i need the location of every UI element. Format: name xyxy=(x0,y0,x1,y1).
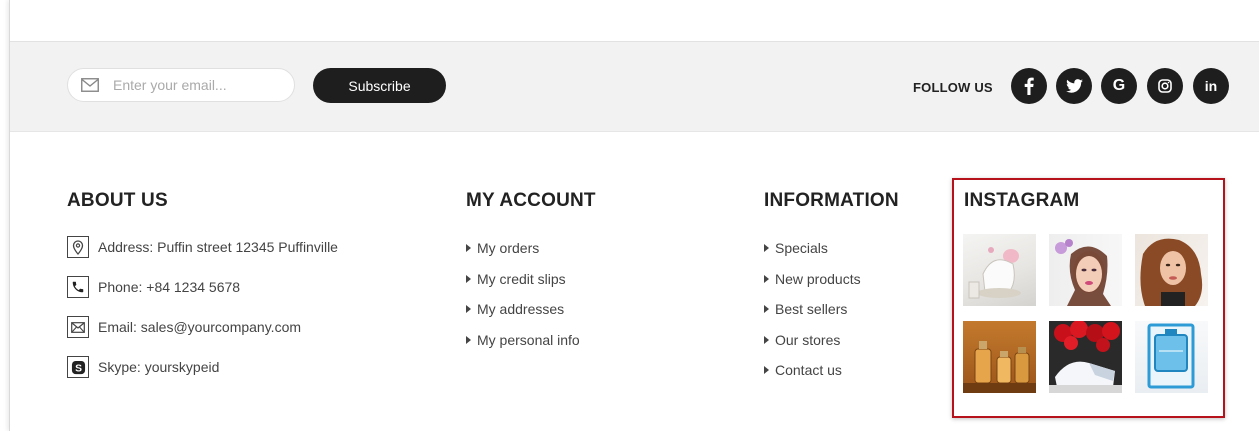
skype-row: S Skype: yourskypeid xyxy=(67,356,219,378)
about-us-title: ABOUT US xyxy=(67,190,168,211)
link-new-products[interactable]: New products xyxy=(764,264,861,295)
footer-frame: Subscribe FOLLOW US G in ABOUT US Addres… xyxy=(9,0,1259,431)
caret-right-icon xyxy=(764,305,769,314)
phone-row: Phone: +84 1234 5678 xyxy=(67,276,240,298)
caret-right-icon xyxy=(466,274,471,283)
link-my-addresses[interactable]: My addresses xyxy=(466,294,580,325)
instagram-thumb-4[interactable] xyxy=(963,321,1036,393)
facebook-icon[interactable] xyxy=(1011,68,1047,104)
address-row: Address: Puffin street 12345 Puffinville xyxy=(67,236,338,258)
instagram-thumb-3[interactable] xyxy=(1135,234,1208,306)
information-links: Specials New products Best sellers Our s… xyxy=(764,233,861,386)
subscribe-button[interactable]: Subscribe xyxy=(313,68,446,103)
svg-text:S: S xyxy=(75,363,82,374)
linkedin-icon[interactable]: in xyxy=(1193,68,1229,104)
google-icon[interactable]: G xyxy=(1101,68,1137,104)
instagram-thumb-1[interactable] xyxy=(963,234,1036,306)
link-my-orders[interactable]: My orders xyxy=(466,233,580,264)
phone-icon xyxy=(67,276,89,298)
email-text: Email: sales@yourcompany.com xyxy=(98,319,302,335)
top-strip xyxy=(10,0,1259,42)
link-my-personal-info[interactable]: My personal info xyxy=(466,325,580,356)
caret-right-icon xyxy=(764,244,769,253)
email-row: Email: sales@yourcompany.com xyxy=(67,316,301,338)
my-account-title: MY ACCOUNT xyxy=(466,190,596,211)
map-pin-icon xyxy=(67,236,89,258)
instagram-thumb-2[interactable] xyxy=(1049,234,1122,306)
link-my-credit-slips[interactable]: My credit slips xyxy=(466,264,580,295)
skype-text: Skype: yourskypeid xyxy=(98,359,220,375)
caret-right-icon xyxy=(466,244,471,253)
phone-text: Phone: +84 1234 5678 xyxy=(98,279,241,295)
instagram-thumb-5[interactable] xyxy=(1049,321,1122,393)
link-our-stores[interactable]: Our stores xyxy=(764,325,861,356)
caret-right-icon xyxy=(764,366,769,375)
envelope-icon xyxy=(67,316,89,338)
newsletter-bar: Subscribe FOLLOW US G in xyxy=(10,42,1259,132)
instagram-icon[interactable] xyxy=(1147,68,1183,104)
email-input[interactable] xyxy=(111,76,285,94)
my-account-links: My orders My credit slips My addresses M… xyxy=(466,233,580,355)
caret-right-icon xyxy=(764,335,769,344)
caret-right-icon xyxy=(466,305,471,314)
caret-right-icon xyxy=(764,274,769,283)
address-text: Address: Puffin street 12345 Puffinville xyxy=(98,239,338,255)
twitter-icon[interactable] xyxy=(1056,68,1092,104)
link-contact-us[interactable]: Contact us xyxy=(764,355,861,386)
follow-us-label: FOLLOW US xyxy=(913,80,993,95)
instagram-thumb-6[interactable] xyxy=(1135,321,1208,393)
information-title: INFORMATION xyxy=(764,190,899,211)
email-field-wrapper[interactable] xyxy=(67,68,295,102)
caret-right-icon xyxy=(466,335,471,344)
instagram-title: INSTAGRAM xyxy=(964,190,1080,211)
link-best-sellers[interactable]: Best sellers xyxy=(764,294,861,325)
link-specials[interactable]: Specials xyxy=(764,233,861,264)
skype-icon: S xyxy=(67,356,89,378)
envelope-icon xyxy=(81,75,101,95)
